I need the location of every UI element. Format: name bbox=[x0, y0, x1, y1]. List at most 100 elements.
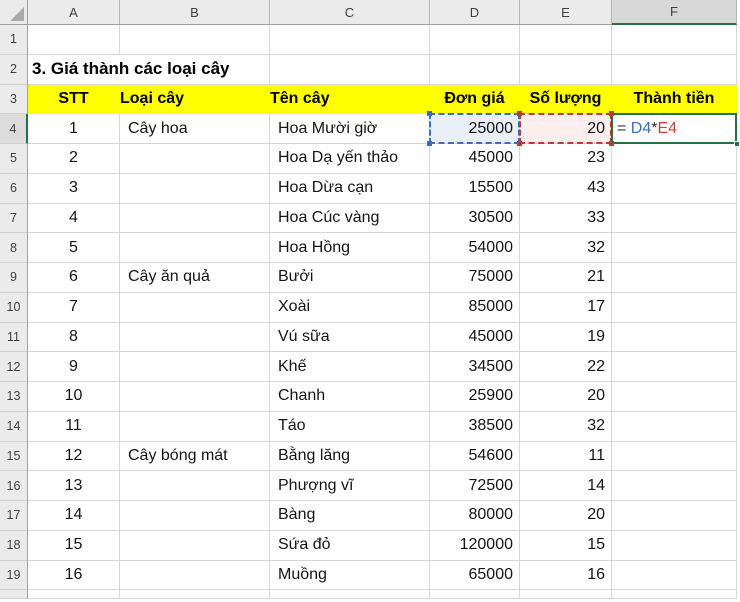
cell[interactable]: 10 bbox=[28, 382, 120, 412]
cell[interactable] bbox=[120, 144, 270, 174]
header-loai-cay[interactable]: Loại cây bbox=[120, 85, 270, 115]
cell[interactable]: 21 bbox=[520, 263, 612, 293]
cell[interactable]: 14 bbox=[520, 471, 612, 501]
cell[interactable]: 32 bbox=[520, 412, 612, 442]
row-header[interactable]: 18 bbox=[0, 531, 28, 561]
cell[interactable] bbox=[612, 590, 737, 599]
cell[interactable]: 5 bbox=[28, 233, 120, 263]
cell[interactable]: 120000 bbox=[430, 531, 520, 561]
header-so-luong[interactable]: Số lượng bbox=[520, 85, 612, 115]
row-header[interactable]: 7 bbox=[0, 204, 28, 234]
cell[interactable] bbox=[120, 293, 270, 323]
cell[interactable] bbox=[120, 174, 270, 204]
row-header[interactable]: 9 bbox=[0, 263, 28, 293]
cell[interactable]: 20 bbox=[520, 382, 612, 412]
cell[interactable]: 11 bbox=[28, 412, 120, 442]
cell[interactable]: 14 bbox=[28, 501, 120, 531]
column-header-e[interactable]: E bbox=[520, 0, 612, 25]
row-header[interactable]: 11 bbox=[0, 323, 28, 353]
cell[interactable] bbox=[120, 531, 270, 561]
cell[interactable]: 43 bbox=[520, 174, 612, 204]
cell[interactable]: Hoa Dạ yến thảo bbox=[270, 144, 430, 174]
row-header[interactable]: 1 bbox=[0, 25, 28, 55]
cell[interactable] bbox=[612, 471, 737, 501]
header-thanh-tien[interactable]: Thành tiền bbox=[612, 85, 737, 115]
cell[interactable] bbox=[612, 561, 737, 591]
cell[interactable] bbox=[612, 293, 737, 323]
header-stt[interactable]: STT bbox=[28, 85, 120, 115]
row-header[interactable]: 8 bbox=[0, 233, 28, 263]
cell[interactable]: 6 bbox=[28, 263, 120, 293]
column-header-a[interactable]: A bbox=[28, 0, 120, 25]
cell[interactable]: 54600 bbox=[430, 442, 520, 472]
cell[interactable] bbox=[120, 561, 270, 591]
cell[interactable]: 2 bbox=[28, 144, 120, 174]
cell[interactable]: Hoa Dừa cạn bbox=[270, 174, 430, 204]
cell[interactable]: 15 bbox=[28, 531, 120, 561]
cell[interactable]: Táo bbox=[270, 412, 430, 442]
cell[interactable]: 38500 bbox=[430, 412, 520, 442]
cell[interactable] bbox=[612, 531, 737, 561]
cell[interactable]: 80000 bbox=[430, 501, 520, 531]
cell[interactable]: Sứa đỏ bbox=[270, 531, 430, 561]
row-header-selected[interactable]: 4 bbox=[0, 114, 28, 144]
cell[interactable] bbox=[120, 382, 270, 412]
cell[interactable] bbox=[28, 25, 120, 55]
cell[interactable]: Muồng bbox=[270, 561, 430, 591]
header-don-gia[interactable]: Đơn giá bbox=[430, 85, 520, 115]
cell[interactable] bbox=[120, 323, 270, 353]
cell[interactable]: 13 bbox=[28, 471, 120, 501]
row-header[interactable]: 3 bbox=[0, 85, 28, 115]
cell[interactable] bbox=[120, 590, 270, 599]
cell[interactable] bbox=[120, 352, 270, 382]
cell[interactable]: 3 bbox=[28, 174, 120, 204]
cell[interactable] bbox=[120, 204, 270, 234]
cell[interactable]: 34500 bbox=[430, 352, 520, 382]
cell[interactable]: 75000 bbox=[430, 263, 520, 293]
cell[interactable] bbox=[430, 55, 520, 85]
cell[interactable] bbox=[120, 501, 270, 531]
cell[interactable] bbox=[612, 382, 737, 412]
cell[interactable]: 8 bbox=[28, 323, 120, 353]
cell[interactable] bbox=[270, 25, 430, 55]
cell[interactable] bbox=[430, 590, 520, 599]
cell[interactable]: 20 bbox=[520, 501, 612, 531]
row-header[interactable]: 19 bbox=[0, 561, 28, 591]
cell[interactable]: Xoài bbox=[270, 293, 430, 323]
cell[interactable]: Cây bóng mát bbox=[120, 442, 270, 472]
cell[interactable]: Hoa Hồng bbox=[270, 233, 430, 263]
header-ten-cay[interactable]: Tên cây bbox=[270, 85, 430, 115]
cell[interactable]: 25900 bbox=[430, 382, 520, 412]
cell[interactable]: 32 bbox=[520, 233, 612, 263]
cell[interactable] bbox=[612, 442, 737, 472]
cell[interactable]: Bàng bbox=[270, 501, 430, 531]
row-header[interactable]: 15 bbox=[0, 442, 28, 472]
cell[interactable]: Bưởi bbox=[270, 263, 430, 293]
select-all-corner[interactable] bbox=[0, 0, 28, 25]
cell[interactable] bbox=[520, 55, 612, 85]
cell-a2-title[interactable]: 3. Giá thành các loại cây bbox=[28, 55, 120, 85]
cell[interactable]: Cây ăn quả bbox=[120, 263, 270, 293]
row-header[interactable]: 16 bbox=[0, 471, 28, 501]
cell[interactable]: 19 bbox=[520, 323, 612, 353]
cell[interactable]: Bằng lăng bbox=[270, 442, 430, 472]
column-header-b[interactable]: B bbox=[120, 0, 270, 25]
cell[interactable]: 72500 bbox=[430, 471, 520, 501]
cell[interactable]: 9 bbox=[28, 352, 120, 382]
column-header-f-selected[interactable]: F bbox=[612, 0, 737, 25]
row-header[interactable]: 6 bbox=[0, 174, 28, 204]
cell[interactable]: 11 bbox=[520, 442, 612, 472]
cell[interactable]: Khế bbox=[270, 352, 430, 382]
row-header[interactable]: 10 bbox=[0, 293, 28, 323]
cell[interactable]: 23 bbox=[520, 144, 612, 174]
cell[interactable]: 22 bbox=[520, 352, 612, 382]
cell[interactable] bbox=[612, 55, 737, 85]
cell[interactable] bbox=[612, 233, 737, 263]
cell-f4-formula-input[interactable]: = D4*E4 bbox=[612, 114, 737, 144]
cell[interactable]: 15500 bbox=[430, 174, 520, 204]
row-header[interactable]: 2 bbox=[0, 55, 28, 85]
cell[interactable] bbox=[612, 501, 737, 531]
fill-handle[interactable] bbox=[734, 141, 740, 147]
cell[interactable]: Hoa Cúc vàng bbox=[270, 204, 430, 234]
cell[interactable]: 15 bbox=[520, 531, 612, 561]
